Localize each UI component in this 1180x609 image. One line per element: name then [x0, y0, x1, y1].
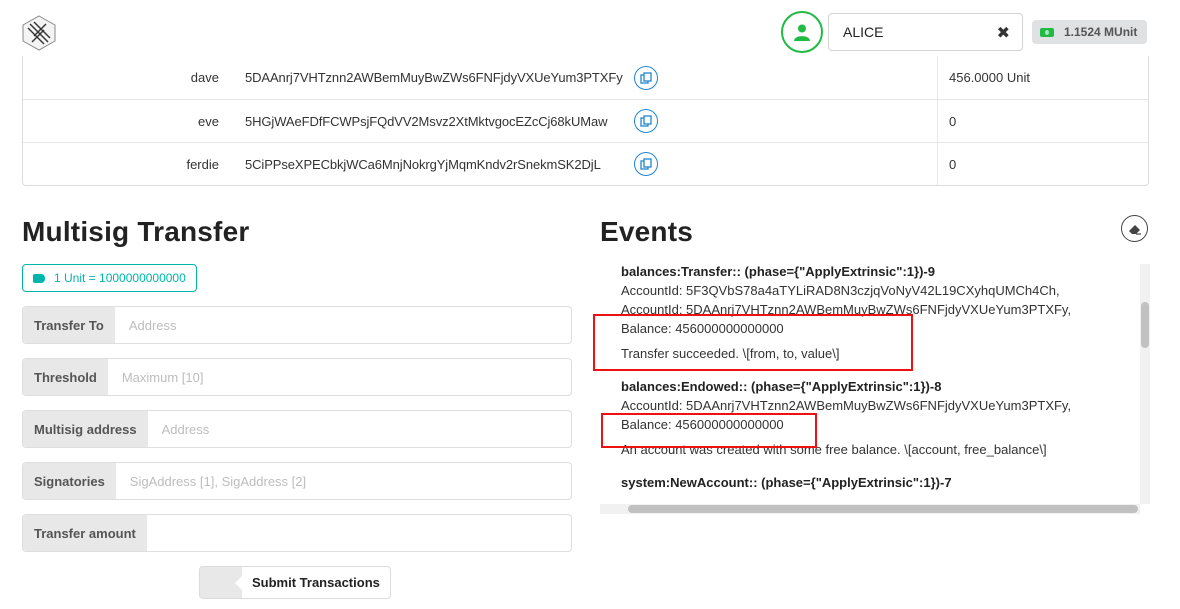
event-line: Balance: 456000000000000 — [621, 417, 784, 432]
event-line: AccountId: 5DAAnrj7VHTznn2AWBemMuyBwZWs6… — [621, 398, 1072, 413]
signatories-input[interactable] — [115, 463, 571, 499]
event-item: balances:Transfer:: (phase={"ApplyExtrin… — [621, 264, 1138, 363]
clear-icon[interactable]: ✖ — [997, 23, 1010, 43]
scrollbar-thumb[interactable] — [628, 505, 1138, 513]
transfer-to-input[interactable] — [114, 307, 571, 343]
submit-transactions-button[interactable]: Submit Transactions — [199, 566, 391, 599]
horizontal-scrollbar[interactable] — [600, 504, 1140, 514]
substrate-logo-icon[interactable] — [20, 14, 58, 52]
balance-badge: 1.1524 MUnit — [1032, 20, 1148, 44]
accounts-table: dave 5DAAnrj7VHTznn2AWBemMuyBwZWs6FNFjdy… — [22, 56, 1149, 186]
transfer-to-field: Transfer To — [22, 306, 572, 344]
signatories-field: Signatories — [22, 462, 572, 500]
event-item: balances:Endowed:: (phase={"ApplyExtrins… — [621, 377, 1138, 459]
account-address: 5HGjWAeFDfFCWPsjFQdVV2Msvz2XtMktvgocEZcC… — [245, 113, 608, 129]
account-dropdown-value: ALICE — [843, 24, 884, 40]
events-panel[interactable]: balances:Transfer:: (phase={"ApplyExtrin… — [600, 264, 1150, 514]
table-row: ferdie 5CiPPseXPECbkjWCa6MnjNokrgYjMqmKn… — [23, 142, 1148, 185]
unit-info-text: 1 Unit = 1000000000000 — [54, 271, 186, 285]
account-name: dave — [190, 70, 219, 85]
account-dropdown[interactable]: ALICE ✖ — [828, 13, 1023, 51]
user-avatar-icon[interactable] — [781, 11, 823, 53]
transfer-amount-field: Transfer amount — [22, 514, 572, 552]
eraser-icon[interactable] — [1121, 215, 1148, 242]
event-description: Transfer succeeded. \[from, to, value\] — [621, 346, 840, 361]
account-name: eve — [198, 113, 219, 129]
copy-icon[interactable] — [634, 65, 658, 90]
field-label: Signatories — [23, 463, 116, 499]
unit-info-label: 1 Unit = 1000000000000 — [22, 264, 197, 292]
threshold-field: Threshold — [22, 358, 572, 396]
account-name: ferdie — [186, 156, 219, 172]
event-line: Balance: 456000000000000 — [621, 321, 784, 336]
account-address: 5DAAnrj7VHTznn2AWBemMuyBwZWs6FNFjdyVXUeY… — [245, 70, 623, 85]
button-label-pointer — [200, 567, 243, 598]
multisig-title: Multisig Transfer — [22, 216, 250, 247]
money-icon — [1040, 27, 1054, 37]
account-balance: 0 — [949, 113, 957, 129]
transfer-amount-input[interactable] — [146, 515, 571, 551]
threshold-input[interactable] — [107, 359, 571, 395]
multisig-address-field: Multisig address — [22, 410, 572, 448]
field-label: Threshold — [23, 359, 108, 395]
table-row: dave 5DAAnrj7VHTznn2AWBemMuyBwZWs6FNFjdy… — [23, 56, 1148, 99]
account-balance: 0 — [949, 156, 957, 172]
field-label: Transfer To — [23, 307, 115, 343]
events-title: Events — [600, 216, 694, 247]
account-balance: 456.0000 Unit — [949, 70, 1030, 85]
submit-button-label: Submit Transactions — [252, 575, 380, 590]
events-list: balances:Transfer:: (phase={"ApplyExtrin… — [600, 264, 1138, 504]
event-title: balances:Endowed:: (phase={"ApplyExtrins… — [621, 379, 942, 394]
hand-pointer-icon — [33, 273, 45, 283]
table-row: eve 5HGjWAeFDfFCWPsjFQdVV2Msvz2XtMktvgoc… — [23, 99, 1148, 142]
copy-icon[interactable] — [634, 152, 658, 176]
account-selector-group: ALICE ✖ 1.1524 MUnit — [781, 11, 1148, 53]
balance-value: 1.1524 MUnit — [1064, 25, 1138, 39]
multisig-address-input[interactable] — [147, 411, 571, 447]
field-label: Transfer amount — [23, 515, 147, 551]
event-line: AccountId: 5F3QVbS78a4aTYLiRAD8N3czjqVoN… — [621, 283, 1060, 298]
vertical-scrollbar[interactable] — [1140, 264, 1150, 504]
account-address: 5CiPPseXPECbkjWCa6MnjNokrgYjMqmKndv2rSne… — [245, 156, 601, 172]
field-label: Multisig address — [23, 411, 148, 447]
event-title: system:NewAccount:: (phase={"ApplyExtrin… — [621, 475, 952, 490]
event-title: balances:Transfer:: (phase={"ApplyExtrin… — [621, 264, 935, 279]
event-item: system:NewAccount:: (phase={"ApplyExtrin… — [621, 473, 1138, 492]
event-line: AccountId: 5DAAnrj7VHTznn2AWBemMuyBwZWs6… — [621, 302, 1072, 317]
copy-icon[interactable] — [634, 109, 658, 133]
scrollbar-thumb[interactable] — [1141, 302, 1149, 348]
event-description: An account was created with some free ba… — [621, 442, 1047, 457]
